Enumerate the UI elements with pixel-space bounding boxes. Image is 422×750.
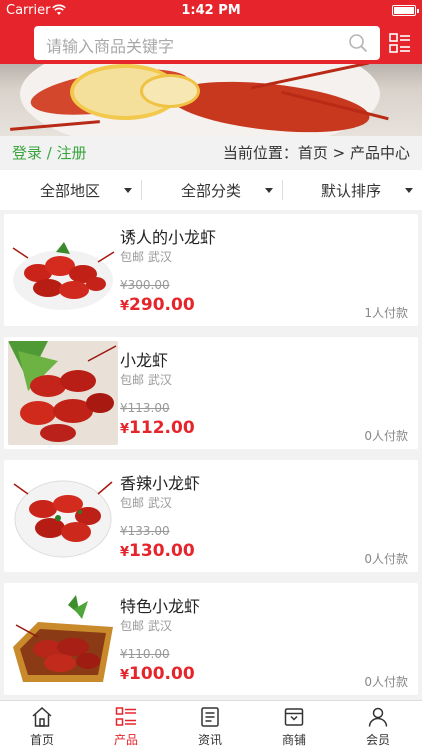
user-icon xyxy=(368,707,388,727)
login-register: 登录 / 注册 xyxy=(12,142,87,163)
chevron-down-icon xyxy=(124,188,132,193)
tab-member[interactable]: 会员 xyxy=(336,701,420,750)
filter-sort-dropdown[interactable]: 默认排序 xyxy=(321,170,421,210)
tab-news[interactable]: 资讯 xyxy=(168,701,252,750)
search-placeholder: 请输入商品关键字 xyxy=(46,37,175,56)
tab-stores[interactable]: 商铺 xyxy=(252,701,336,750)
tab-stores-label: 商铺 xyxy=(281,733,306,747)
product-price: ¥100.00 xyxy=(120,664,195,684)
clock: 1:42 PM xyxy=(181,3,241,18)
breadcrumb-current: 产品中心 xyxy=(349,144,410,162)
product-name[interactable]: 诱人的小龙虾 xyxy=(120,224,216,248)
product-card[interactable]: 诱人的小龙虾 包邮 武汉 ¥300.00 ¥290.00 1人付款 xyxy=(4,214,418,326)
tab-products-label: 产品 xyxy=(113,733,138,747)
product-tags: 包邮 武汉 xyxy=(120,496,172,510)
filter-bar: 全部地区 全部分类 默认排序 xyxy=(0,170,422,210)
breadcrumb: 登录 / 注册 当前位置：首页 > 产品中心 xyxy=(0,136,422,168)
battery-icon xyxy=(392,5,419,16)
product-tags: 包邮 武汉 xyxy=(120,250,172,264)
product-thumbnail[interactable] xyxy=(8,218,118,322)
product-price: ¥130.00 xyxy=(120,541,195,561)
product-payment-count: 1人付款 xyxy=(364,306,408,320)
product-name[interactable]: 小龙虾 xyxy=(120,347,168,371)
product-price: ¥290.00 xyxy=(120,295,195,315)
tab-news-label: 资讯 xyxy=(197,733,222,747)
product-card[interactable]: 小龙虾 包邮 武汉 ¥113.00 ¥112.00 0人付款 xyxy=(4,337,418,449)
list-icon xyxy=(115,707,136,726)
login-separator: / xyxy=(46,144,52,162)
register-link[interactable]: 注册 xyxy=(57,144,87,162)
home-icon xyxy=(32,706,52,727)
product-thumbnail[interactable] xyxy=(8,587,118,691)
product-payment-count: 0人付款 xyxy=(364,675,408,689)
chevron-down-icon xyxy=(405,188,413,193)
search-input[interactable]: 请输入商品关键字 xyxy=(34,26,380,60)
search-icon[interactable] xyxy=(348,33,368,53)
chevron-down-icon xyxy=(265,188,273,193)
tab-home[interactable]: 首页 xyxy=(0,701,84,750)
breadcrumb-arrow: > xyxy=(332,144,346,162)
login-link[interactable]: 登录 xyxy=(12,144,42,162)
filter-region-dropdown[interactable]: 全部地区 xyxy=(40,170,140,210)
product-thumbnail[interactable] xyxy=(8,464,118,568)
bottom-tab-bar: 首页 产品 资讯 商铺 会员 xyxy=(0,700,422,750)
filter-sort-label: 默认排序 xyxy=(321,182,382,200)
product-card[interactable]: 特色小龙虾 包邮 武汉 ¥110.00 ¥100.00 0人付款 xyxy=(4,583,418,695)
current-location: 当前位置：首页 > 产品中心 xyxy=(223,142,410,163)
store-icon xyxy=(284,708,304,726)
product-original-price: ¥110.00 xyxy=(120,647,170,661)
filter-category-dropdown[interactable]: 全部分类 xyxy=(181,170,281,210)
location-prefix: 当前位置： xyxy=(222,144,298,162)
breadcrumb-home-link[interactable]: 首页 xyxy=(298,144,328,162)
news-icon xyxy=(201,707,219,727)
tab-products[interactable]: 产品 xyxy=(84,701,168,750)
product-name[interactable]: 香辣小龙虾 xyxy=(120,470,200,494)
product-original-price: ¥300.00 xyxy=(120,278,170,292)
category-menu-icon[interactable] xyxy=(388,31,412,55)
product-payment-count: 0人付款 xyxy=(364,552,408,566)
product-thumbnail[interactable] xyxy=(8,341,118,445)
filter-category-label: 全部分类 xyxy=(181,182,242,200)
product-card[interactable]: 香辣小龙虾 包邮 武汉 ¥133.00 ¥130.00 0人付款 xyxy=(4,460,418,572)
tab-home-label: 首页 xyxy=(29,733,54,747)
lobster-banner-image[interactable] xyxy=(0,64,422,136)
product-price: ¥112.00 xyxy=(120,418,195,438)
top-header: 请输入商品关键字 xyxy=(0,22,422,64)
tab-member-label: 会员 xyxy=(365,733,390,747)
filter-region-label: 全部地区 xyxy=(40,182,101,200)
product-tags: 包邮 武汉 xyxy=(120,619,172,633)
product-tags: 包邮 武汉 xyxy=(120,373,172,387)
product-original-price: ¥133.00 xyxy=(120,524,170,538)
product-original-price: ¥113.00 xyxy=(120,401,170,415)
status-bar: Carrier 1:42 PM xyxy=(0,0,422,22)
product-payment-count: 0人付款 xyxy=(364,429,408,443)
product-name[interactable]: 特色小龙虾 xyxy=(120,593,200,617)
